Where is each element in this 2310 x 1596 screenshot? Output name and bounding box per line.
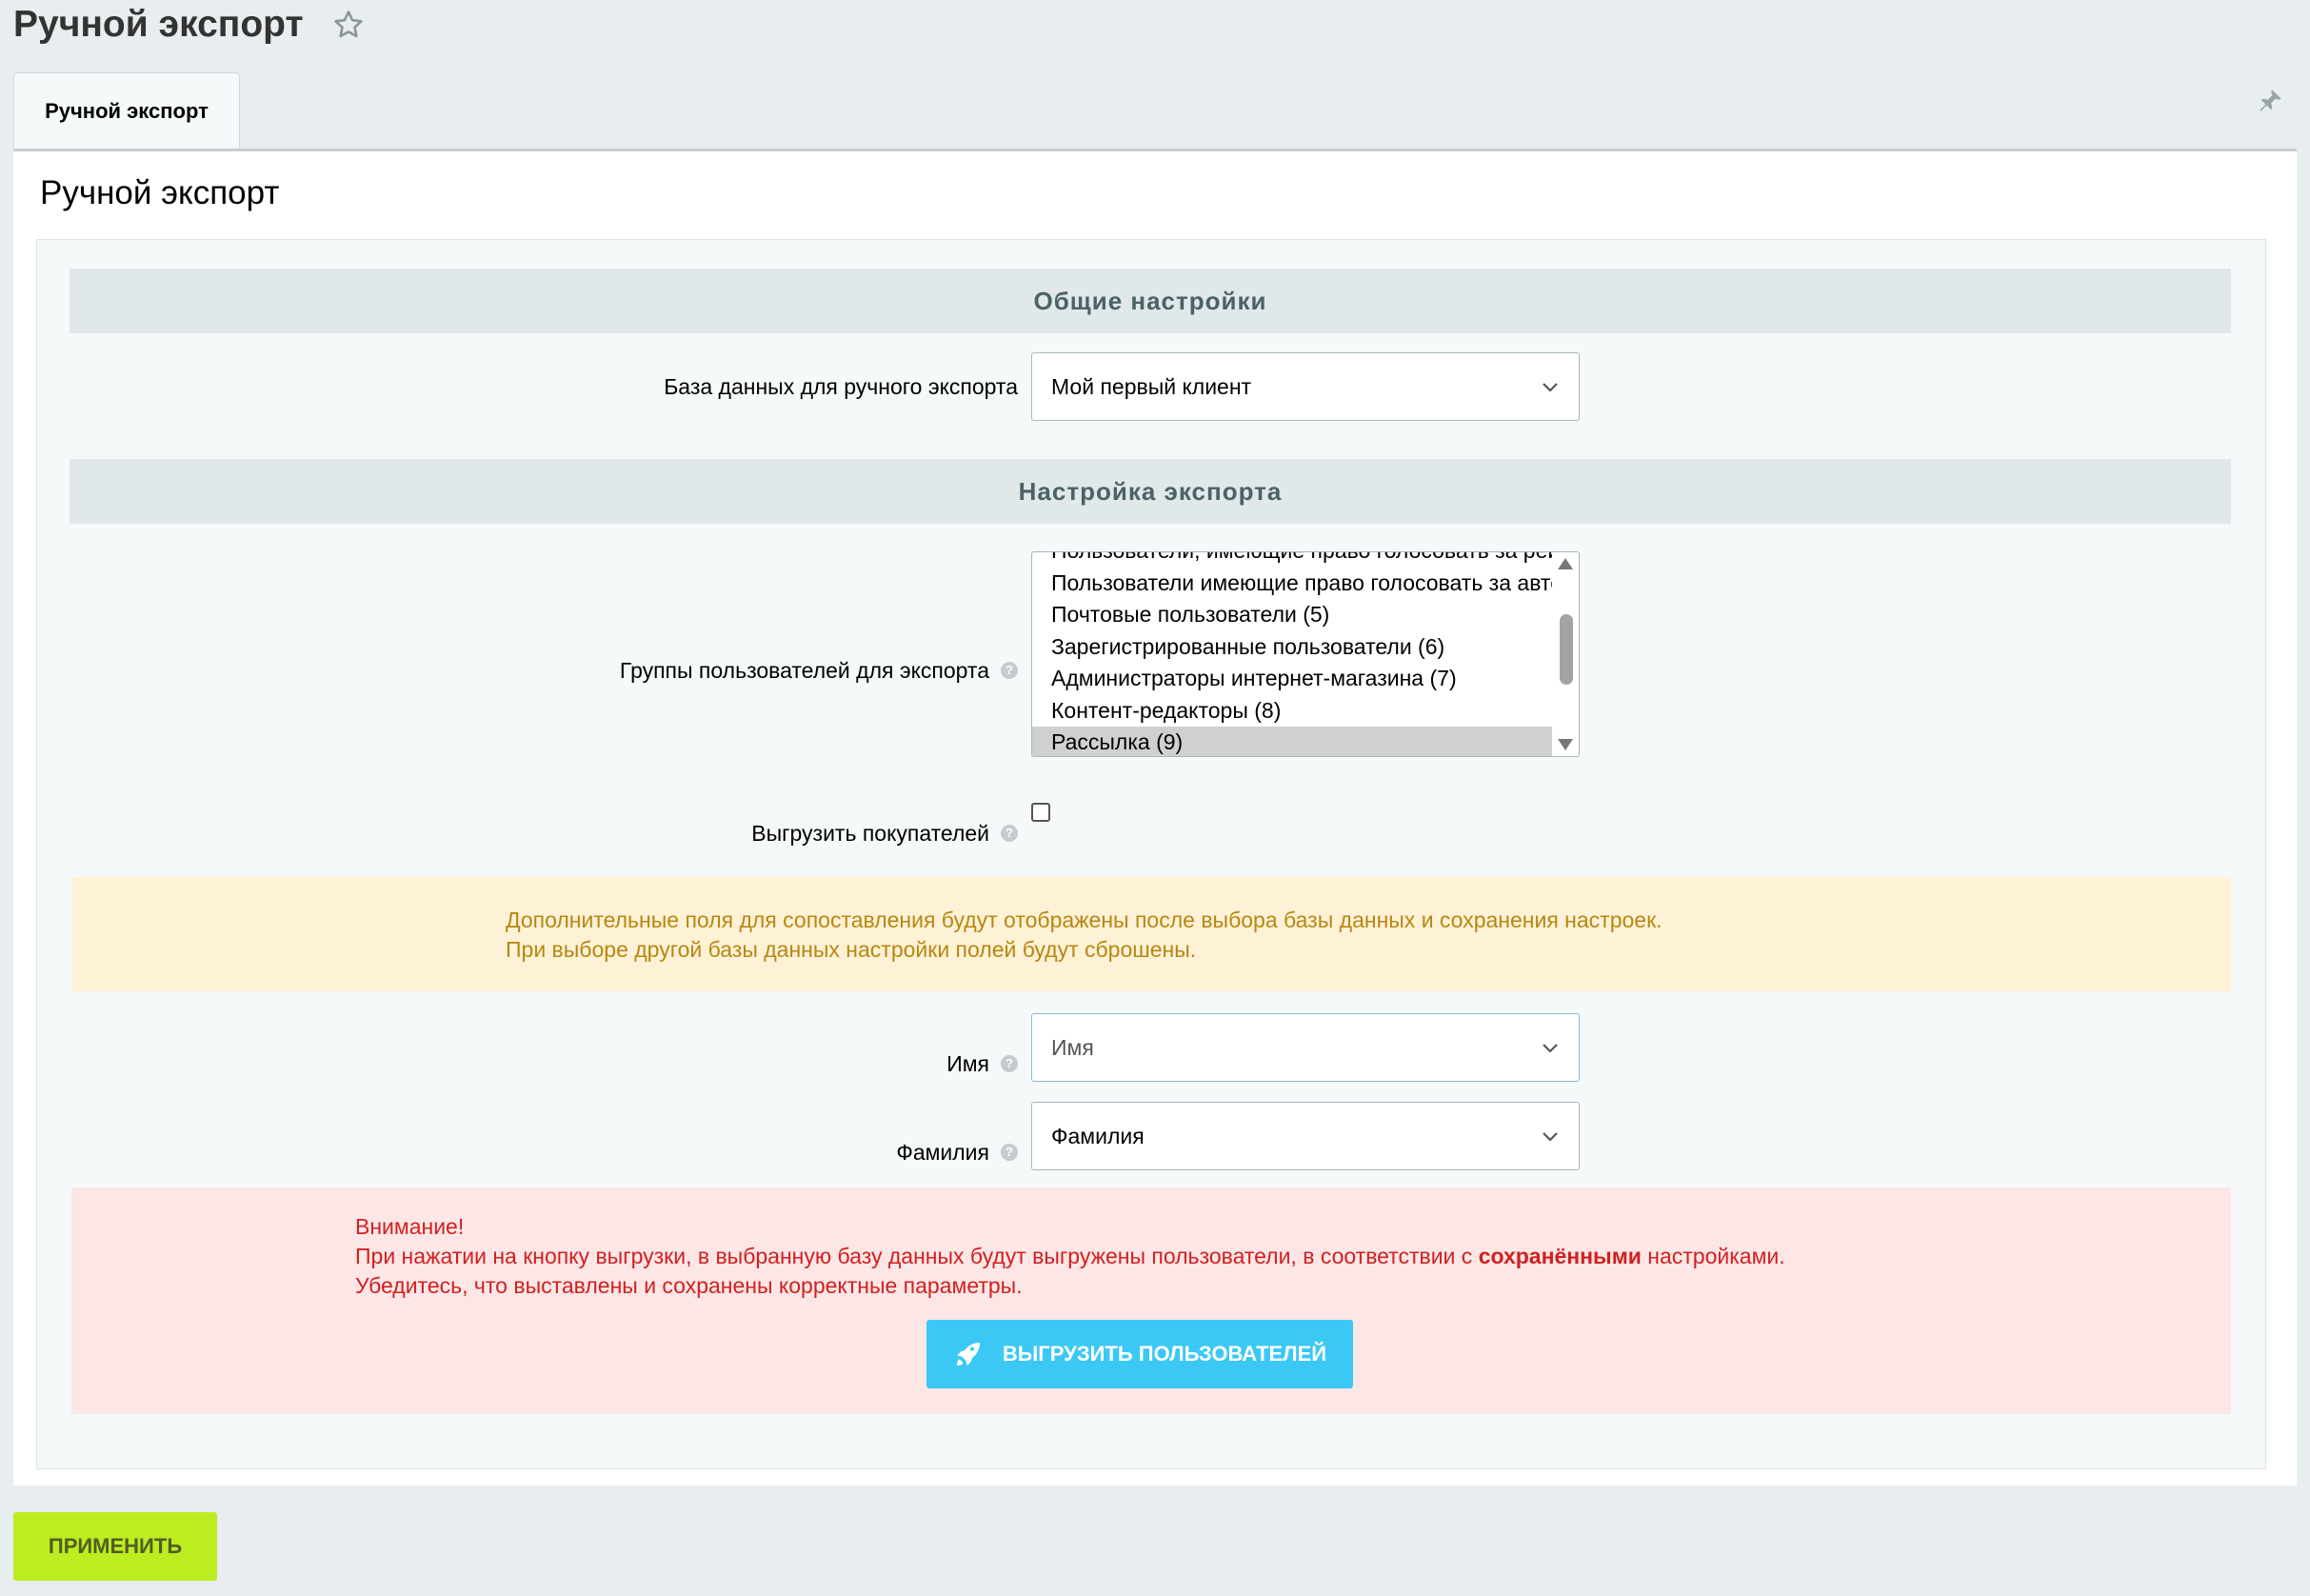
buyers-label: Выгрузить покупателей ? <box>228 814 1018 852</box>
chevron-down-icon <box>1543 383 1558 392</box>
list-item[interactable]: Почтовые пользователи (5) <box>1032 599 1552 631</box>
export-users-button-label: ВЫГРУЗИТЬ ПОЛЬЗОВАТЕЛЕЙ <box>1002 1342 1327 1366</box>
alert-line-1-bold: сохранёнными <box>1478 1244 1642 1268</box>
first-name-label: Имя ? <box>228 1045 1018 1083</box>
help-icon[interactable]: ? <box>1001 1055 1018 1072</box>
last-name-label-text: Фамилия <box>896 1139 989 1165</box>
list-item[interactable]: Пользователи, имеющие право голосовать з… <box>1032 552 1552 568</box>
notice-line-2: При выборе другой базы данных настройки … <box>506 937 1197 962</box>
last-name-label: Фамилия ? <box>228 1133 1018 1171</box>
alert-line-2: Убедитесь, что выставлены и сохранены ко… <box>355 1273 1023 1298</box>
star-icon[interactable] <box>332 9 365 41</box>
alert-line-1-end: настройками. <box>1641 1244 1785 1268</box>
user-groups-listbox[interactable]: Пользователи, имеющие право голосовать з… <box>1031 551 1580 757</box>
groups-label-text: Группы пользователей для экспорта <box>619 657 989 683</box>
first-name-select[interactable]: Имя <box>1031 1013 1580 1082</box>
scroll-up-arrow-icon[interactable] <box>1558 558 1573 569</box>
database-label-text: База данных для ручного экспорта <box>664 373 1018 399</box>
apply-button[interactable]: ПРИМЕНИТЬ <box>13 1512 217 1581</box>
alert-line-1-start: При нажатии на кнопку выгрузки, в выбран… <box>355 1244 1479 1268</box>
alert-line-1: При нажатии на кнопку выгрузки, в выбран… <box>355 1242 2231 1271</box>
panel-title: Ручной экспорт <box>40 174 280 211</box>
form-container: Общие настройки База данных для ручного … <box>36 239 2266 1469</box>
groups-label: Группы пользователей для экспорта ? <box>228 651 1018 689</box>
last-name-select-value: Фамилия <box>1051 1123 1145 1148</box>
tabs-bar: Ручной экспорт <box>13 72 2297 149</box>
export-users-button[interactable]: ВЫГРУЗИТЬ ПОЛЬЗОВАТЕЛЕЙ <box>926 1320 1353 1388</box>
section-general-header: Общие настройки <box>70 269 2231 333</box>
page-title: Ручной экспорт <box>13 0 365 50</box>
settings-panel: Ручной экспорт Общие настройки База данн… <box>13 149 2297 1486</box>
first-name-label-text: Имя <box>946 1050 989 1076</box>
database-select-value: Мой первый клиент <box>1051 373 1252 399</box>
buyers-label-text: Выгрузить покупателей <box>751 820 989 846</box>
list-item[interactable]: Пользователи имеющие право голосовать за… <box>1032 568 1552 600</box>
alert-heading: Внимание! <box>355 1214 465 1239</box>
database-label: База данных для ручного экспорта <box>228 368 1018 406</box>
list-item-selected[interactable]: Рассылка (9) <box>1032 727 1552 756</box>
chevron-down-icon <box>1543 1044 1558 1053</box>
user-groups-list: Пользователи, имеющие право голосовать з… <box>1032 552 1552 756</box>
listbox-scrollbar[interactable] <box>1554 552 1579 756</box>
list-item[interactable]: Администраторы интернет-магазина (7) <box>1032 663 1552 695</box>
info-notice: Дополнительные поля для сопоставления бу… <box>71 877 2231 991</box>
export-buyers-checkbox[interactable] <box>1031 803 1050 822</box>
rocket-icon <box>956 1343 980 1366</box>
list-item[interactable]: Зарегистрированные пользователи (6) <box>1032 631 1552 664</box>
first-name-select-value: Имя <box>1051 1034 1094 1060</box>
last-name-select[interactable]: Фамилия <box>1031 1102 1580 1170</box>
help-icon[interactable]: ? <box>1001 662 1018 679</box>
section-export-header: Настройка экспорта <box>70 459 2231 524</box>
help-icon[interactable]: ? <box>1001 1144 1018 1161</box>
help-icon[interactable]: ? <box>1001 825 1018 842</box>
database-select[interactable]: Мой первый клиент <box>1031 352 1580 421</box>
chevron-down-icon <box>1543 1132 1558 1142</box>
scroll-down-arrow-icon[interactable] <box>1558 739 1573 750</box>
scrollbar-thumb[interactable] <box>1560 614 1573 685</box>
page-title-text: Ручной экспорт <box>13 4 304 45</box>
tab-manual-export[interactable]: Ручной экспорт <box>13 72 240 149</box>
notice-line-1: Дополнительные поля для сопоставления бу… <box>506 908 1663 932</box>
list-item[interactable]: Контент-редакторы (8) <box>1032 695 1552 728</box>
pin-icon[interactable] <box>2257 88 2283 114</box>
